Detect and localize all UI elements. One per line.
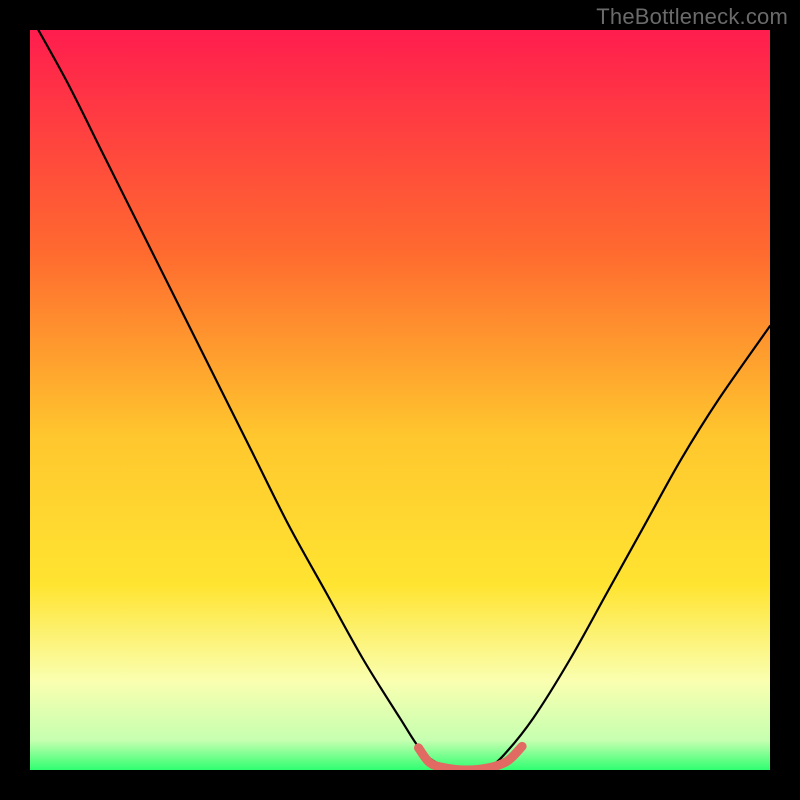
plot-svg <box>30 30 770 770</box>
chart-frame: TheBottleneck.com <box>0 0 800 800</box>
bottleneck-curve <box>30 30 770 770</box>
watermark-text: TheBottleneck.com <box>596 4 788 30</box>
valley-highlight <box>419 746 523 770</box>
